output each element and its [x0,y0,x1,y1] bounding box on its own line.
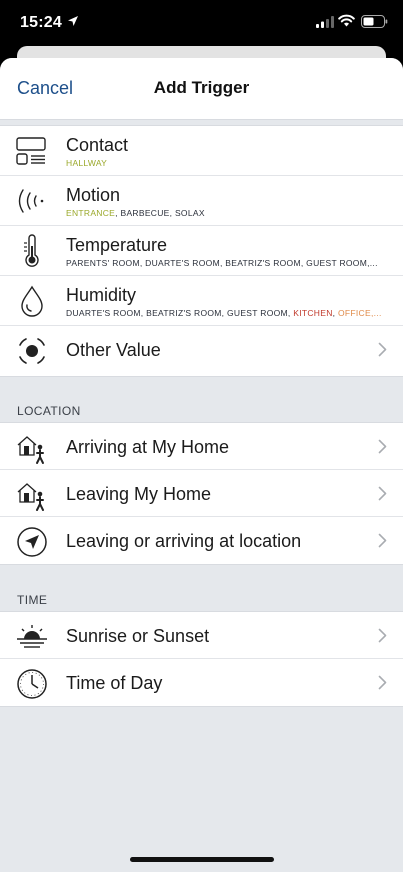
trigger-subtitle: HALLWAY [66,158,108,168]
trigger-leaving-home[interactable]: Leaving My Home [0,470,403,517]
page-title: Add Trigger [153,78,250,97]
trigger-title: Other Value [66,340,161,360]
trigger-title: Leaving or arriving at location [66,531,302,551]
other-value-icon [19,338,45,364]
status-bar: 15:24 [0,0,403,48]
battery-icon [361,15,388,28]
location-trigger-list: Arriving at My Home Leaving My Home Leav… [0,422,403,565]
sensor-trigger-list: Contact HALLWAY Motion ENTRANCE, BARBECU… [0,125,403,377]
trigger-location[interactable]: Leaving or arriving at location [0,517,403,564]
trigger-title: Arriving at My Home [66,437,230,457]
trigger-motion[interactable]: Motion ENTRANCE, BARBECUE, SOLAX [0,176,403,226]
trigger-title: Humidity [66,285,137,305]
clock-icon [17,669,47,699]
trigger-subtitle: ENTRANCE, BARBECUE, SOLAX [66,208,205,218]
contact-sensor-icon [16,137,46,165]
section-header-location: LOCATION [17,404,81,418]
trigger-arriving-home[interactable]: Arriving at My Home [0,423,403,470]
trigger-title: Leaving My Home [66,484,212,504]
sunrise-icon [17,625,47,648]
trigger-title: Sunrise or Sunset [66,626,210,646]
cellular-signal-icon [316,16,334,28]
section-header-time: TIME [17,593,48,607]
motion-icon [18,189,44,213]
thermometer-icon [24,234,39,267]
trigger-subtitle: DUARTE'S ROOM, BEATRIZ'S ROOM, GUEST ROO… [66,308,382,318]
chevron-right-icon [378,533,387,548]
chevron-right-icon [378,439,387,454]
trigger-sunrise-sunset[interactable]: Sunrise or Sunset [0,612,403,659]
trigger-other-value[interactable]: Other Value [0,326,403,376]
trigger-title: Contact [66,135,129,155]
arriving-home-icon [17,436,44,464]
trigger-humidity[interactable]: Humidity DUARTE'S ROOM, BEATRIZ'S ROOM, … [0,276,403,326]
trigger-time-of-day[interactable]: Time of Day [0,659,403,706]
trigger-title: Temperature [66,235,168,255]
chevron-right-icon [378,675,387,690]
location-services-icon [68,16,78,26]
droplet-icon [21,285,43,317]
status-time: 15:24 [20,14,62,31]
chevron-right-icon [378,486,387,501]
time-trigger-list: Sunrise or Sunset Time of Day [0,611,403,707]
trigger-title: Motion [66,185,121,205]
add-trigger-sheet: Cancel Add Trigger Contact HALLWAY Motio… [0,58,403,872]
trigger-contact[interactable]: Contact HALLWAY [0,126,403,176]
trigger-subtitle: PARENTS' ROOM, DUARTE'S ROOM, BEATRIZ'S … [66,258,378,268]
location-arrow-icon [17,527,47,557]
trigger-title: Time of Day [66,673,163,693]
home-indicator[interactable] [130,857,274,862]
leaving-home-icon [17,483,44,511]
navigation-bar: Cancel Add Trigger [0,58,403,120]
chevron-right-icon [378,628,387,643]
wifi-icon [338,14,355,27]
chevron-right-icon [378,342,387,357]
trigger-temperature[interactable]: Temperature PARENTS' ROOM, DUARTE'S ROOM… [0,226,403,276]
